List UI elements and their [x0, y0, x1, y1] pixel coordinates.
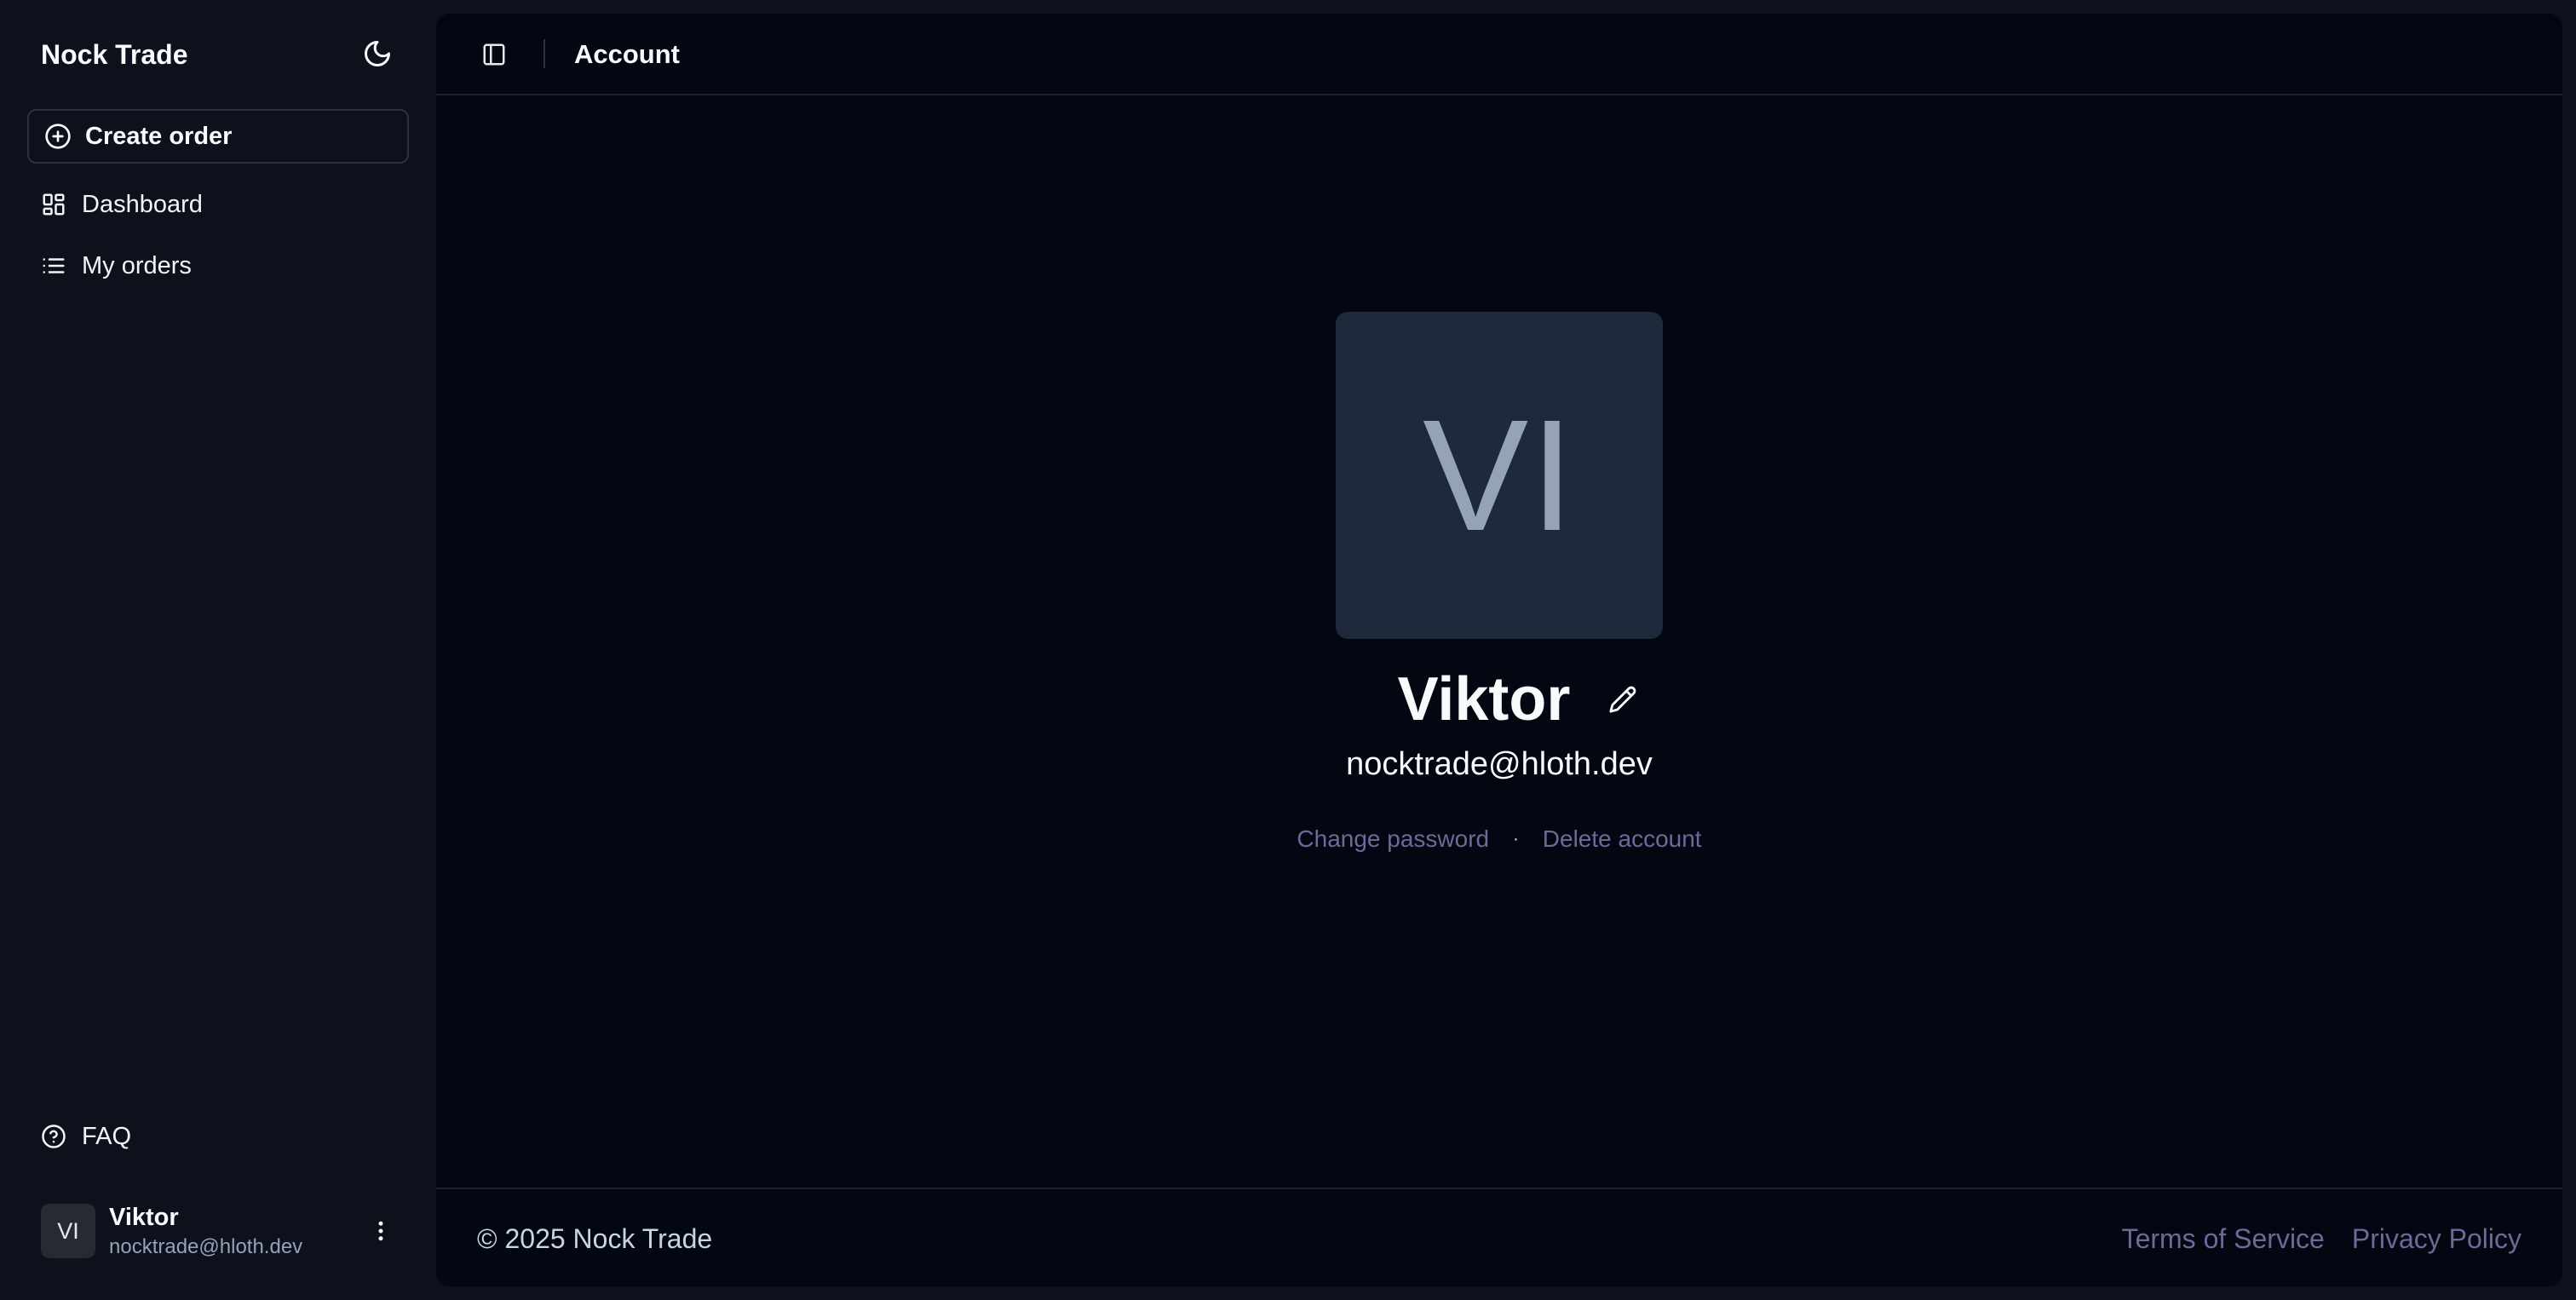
footer-links: Terms of Service Privacy Policy — [2122, 1223, 2521, 1255]
sidebar-item-label: FAQ — [82, 1122, 132, 1150]
separator-dot: · — [1513, 829, 1519, 848]
change-password-link[interactable]: Change password — [1297, 825, 1489, 853]
sidebar-item-label: Dashboard — [82, 190, 203, 218]
brand-title: Nock Trade — [41, 39, 188, 70]
user-meta: Viktor nocktrade@hloth.dev — [109, 1204, 302, 1259]
pencil-icon — [1608, 685, 1637, 714]
profile-name: Viktor — [1397, 665, 1571, 733]
footer: © 2025 Nock Trade Terms of Service Priva… — [436, 1188, 2562, 1286]
list-icon — [41, 253, 66, 279]
main-panel: Account VI Viktor nocktrade@hloth.dev Ch… — [436, 14, 2562, 1286]
terms-link[interactable]: Terms of Service — [2122, 1223, 2325, 1255]
sidebar-item-my-orders[interactable]: My orders — [27, 240, 409, 291]
help-circle-icon — [41, 1124, 66, 1149]
delete-account-link[interactable]: Delete account — [1543, 825, 1702, 853]
profile-name-row: Viktor — [1398, 664, 1646, 734]
user-menu-button[interactable] — [359, 1210, 402, 1252]
create-order-button[interactable]: Create order — [27, 109, 409, 164]
sidebar: Nock Trade Create order Dashboard My ord… — [0, 0, 436, 1300]
sidebar-item-faq[interactable]: FAQ — [27, 1111, 409, 1162]
topbar-divider — [543, 39, 545, 68]
dashboard-icon — [41, 192, 66, 217]
moon-icon — [362, 38, 393, 69]
profile-avatar: VI — [1336, 312, 1663, 639]
app-root: Nock Trade Create order Dashboard My ord… — [0, 0, 2576, 1300]
profile-email: nocktrade@hloth.dev — [1346, 746, 1653, 782]
profile-section: VI Viktor nocktrade@hloth.dev Change pas… — [436, 312, 2562, 853]
edit-name-button[interactable] — [1601, 677, 1645, 722]
theme-toggle-button[interactable] — [356, 32, 399, 75]
create-order-label: Create order — [85, 122, 233, 150]
panel-left-icon — [481, 42, 507, 67]
sidebar-toggle-button[interactable] — [474, 34, 515, 75]
sidebar-item-label: My orders — [82, 251, 192, 279]
topbar: Account — [436, 14, 2562, 95]
user-email: nocktrade@hloth.dev — [109, 1234, 303, 1258]
privacy-link[interactable]: Privacy Policy — [2352, 1223, 2521, 1255]
user-name: Viktor — [109, 1203, 179, 1231]
copyright-text: © 2025 Nock Trade — [477, 1223, 713, 1254]
avatar: VI — [41, 1204, 95, 1258]
user-account-card[interactable]: VI Viktor nocktrade@hloth.dev — [27, 1193, 409, 1269]
page-title: Account — [574, 39, 680, 69]
account-actions: Change password · Delete account — [1297, 825, 1701, 853]
plus-circle-icon — [44, 123, 72, 150]
sidebar-item-dashboard[interactable]: Dashboard — [27, 179, 409, 230]
more-vertical-icon — [368, 1218, 394, 1244]
